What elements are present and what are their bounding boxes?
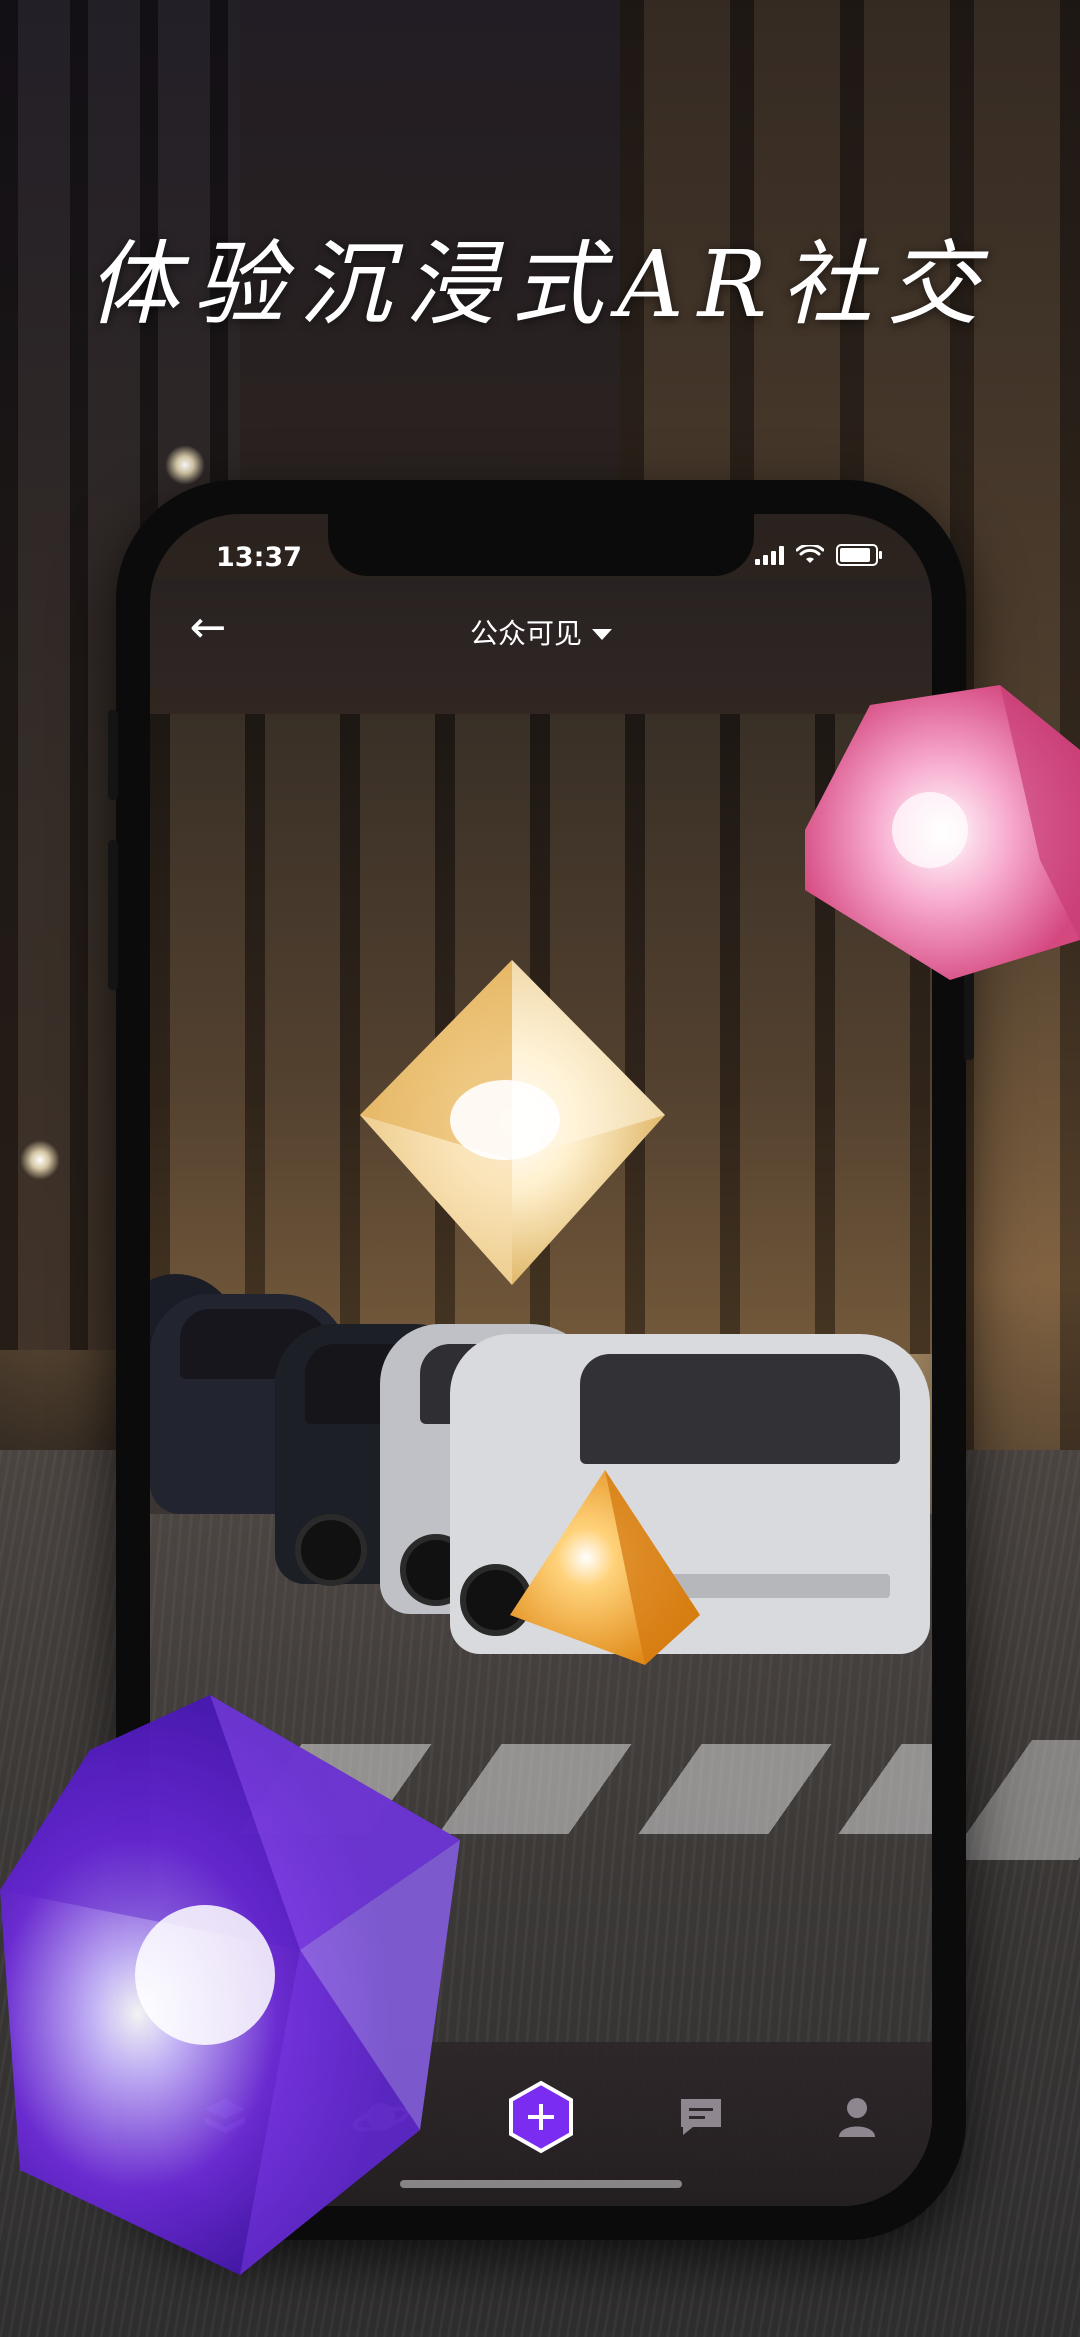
profile-icon xyxy=(839,2098,875,2137)
chat-icon xyxy=(681,2099,721,2135)
cellular-signal-icon xyxy=(755,545,784,565)
street-lamp xyxy=(165,445,205,485)
car-wheel xyxy=(295,1514,367,1586)
battery-icon xyxy=(836,544,882,566)
orange-pyramid-gem xyxy=(510,1470,700,1665)
wifi-icon xyxy=(796,545,824,563)
visibility-label: 公众可见 xyxy=(469,617,582,650)
car-window xyxy=(580,1354,900,1464)
status-icons xyxy=(755,544,882,566)
pink-cube-gem xyxy=(805,685,1080,980)
status-time: 13:37 xyxy=(216,542,302,573)
phone-side-button xyxy=(108,710,118,800)
hexagon-add-icon xyxy=(509,2080,573,2154)
phone-side-button xyxy=(108,840,118,990)
tab-profile[interactable] xyxy=(822,2082,892,2152)
violet-polyhedron-gem xyxy=(0,1695,460,2275)
headline: 体验沉浸式AR社交 xyxy=(87,231,993,338)
street-lamp xyxy=(20,1140,60,1180)
gold-octahedron-gem xyxy=(360,960,665,1285)
visibility-dropdown[interactable]: 公众可见 xyxy=(150,612,932,652)
tab-create[interactable] xyxy=(506,2080,576,2154)
caret-down-icon xyxy=(592,628,612,640)
phone-notch xyxy=(328,514,754,576)
tab-messages[interactable] xyxy=(666,2082,736,2152)
top-nav-bar: ← 公众可见 xyxy=(150,578,932,688)
